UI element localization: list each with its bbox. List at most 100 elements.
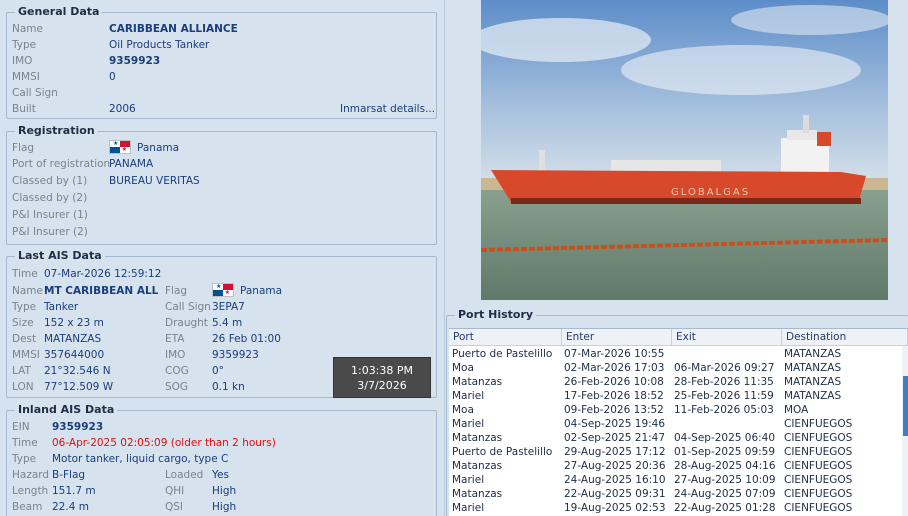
- built-label: Built: [12, 103, 36, 115]
- general-data-group: General Data Name CARIBBEAN ALLIANCE Typ…: [6, 5, 437, 119]
- cell-exit: 01-Sep-2025 09:59: [674, 446, 776, 458]
- cell-port: Matanzas: [452, 460, 503, 472]
- port-registration-value: PANAMA: [109, 158, 154, 170]
- ais-mmsi: 357644000: [44, 349, 105, 361]
- port-registration-label: Port of registration: [12, 158, 111, 170]
- ais-lon-label: LON: [12, 381, 34, 393]
- cell-enter: 04-Sep-2025 19:46: [564, 418, 666, 430]
- qhi-value: High: [212, 485, 237, 497]
- table-row[interactable]: Moa 02-Mar-2026 17:03 06-Mar-2026 09:27 MAT…: [449, 361, 908, 375]
- cell-exit: 06-Mar-2026 09:27: [674, 362, 775, 374]
- table-row[interactable]: Mariel 04-Sep-2025 19:46 CIENFUEGOS: [449, 417, 908, 431]
- cell-port: Mariel: [452, 474, 485, 486]
- scrollbar-thumb[interactable]: [903, 376, 908, 436]
- table-row[interactable]: Matanzas 02-Sep-2025 21:47 04-Sep-2025 06:…: [449, 431, 908, 445]
- inland-type-label: Type: [12, 453, 37, 465]
- ais-time: 07-Mar-2026 12:59:12: [44, 268, 162, 280]
- cell-exit: 28-Aug-2025 04:16: [674, 460, 776, 472]
- inmarsat-details-link[interactable]: Inmarsat details...: [340, 101, 435, 117]
- vessel-type: Oil Products Tanker: [109, 39, 210, 51]
- classed1-label: Classed by (1): [12, 175, 88, 187]
- cell-exit: 25-Feb-2026 11:59: [674, 390, 774, 402]
- clock-display: 1:03:38 PM 3/7/2026: [333, 357, 431, 398]
- panama-flag-icon: ★ ★: [109, 140, 131, 154]
- inland-ais-title: Inland AIS Data: [15, 403, 118, 416]
- cell-enter: 17-Feb-2026 18:52: [564, 390, 664, 402]
- inland-ais-group: Inland AIS Data EIN 9359923 Time 06-Apr-…: [6, 403, 437, 516]
- port-history-table: Port Enter Exit Destination Puerto de Pa…: [449, 328, 908, 516]
- cell-enter: 24-Aug-2025 16:10: [564, 474, 666, 486]
- inland-type: Motor tanker, liquid cargo, type C: [52, 453, 229, 465]
- cell-port: Matanzas: [452, 432, 503, 444]
- vessel-mmsi: 0: [109, 71, 116, 83]
- ais-name-label: Name: [12, 285, 43, 297]
- ais-sog-label: SOG: [165, 381, 189, 393]
- name-label: Name: [12, 23, 43, 35]
- cell-exit: 04-Sep-2025 06:40: [674, 432, 776, 444]
- qsi-label: QSI: [165, 501, 184, 513]
- registration-flag: ★ ★ Panama: [109, 140, 179, 156]
- cell-exit: 28-Feb-2026 11:35: [674, 376, 774, 388]
- ais-sog: 0.1 kn: [212, 381, 245, 393]
- cell-port: Mariel: [452, 418, 485, 430]
- column-header-exit[interactable]: Exit: [672, 329, 782, 346]
- loaded-value: Yes: [212, 469, 229, 481]
- ais-cog-label: COG: [165, 365, 189, 377]
- column-header-enter[interactable]: Enter: [562, 329, 672, 346]
- table-row[interactable]: Matanzas 27-Aug-2025 20:36 28-Aug-2025 04:…: [449, 459, 908, 473]
- column-header-destination[interactable]: Destination: [782, 329, 908, 346]
- cell-exit: 24-Aug-2025 07:09: [674, 488, 776, 500]
- table-row[interactable]: Mariel 19-Aug-2025 02:53 22-Aug-2025 01:28…: [449, 501, 908, 515]
- hazard-value: B-Flag: [52, 469, 86, 481]
- ais-cog: 0°: [212, 365, 224, 377]
- column-header-port[interactable]: Port: [449, 329, 562, 346]
- vessel-name: CARIBBEAN ALLIANCE: [109, 23, 238, 35]
- classed1-value: BUREAU VERITAS: [109, 175, 200, 187]
- ais-size: 152 x 23 m: [44, 317, 104, 329]
- cell-exit: 11-Feb-2026 05:03: [674, 404, 774, 416]
- registration-group: Registration Flag ★ ★ Panama Port of regis…: [6, 124, 437, 245]
- table-row[interactable]: Matanzas 26-Feb-2026 10:08 28-Feb-2026 11:…: [449, 375, 908, 389]
- vessel-photo-image: GLOBALGAS: [481, 0, 888, 300]
- ais-draught: 5.4 m: [212, 317, 243, 329]
- vessel-imo: 9359923: [109, 55, 161, 67]
- cell-enter: 09-Feb-2026 13:52: [564, 404, 664, 416]
- ais-lon: 77°12.509 W: [44, 381, 114, 393]
- registration-title: Registration: [15, 124, 98, 137]
- cell-destination: CIENFUEGOS: [784, 460, 853, 472]
- ais-type-label: Type: [12, 301, 37, 313]
- cell-port: Matanzas: [452, 488, 503, 500]
- port-history-header: Port Enter Exit Destination: [449, 329, 908, 346]
- classed2-label: Classed by (2): [12, 192, 88, 204]
- cell-enter: 19-Aug-2025 02:53: [564, 502, 666, 514]
- last-ais-title: Last AIS Data: [15, 249, 105, 262]
- cell-destination: CIENFUEGOS: [784, 474, 853, 486]
- ais-mmsi-label: MMSI: [12, 349, 40, 361]
- table-row[interactable]: Mariel 24-Aug-2025 16:10 27-Aug-2025 10:09…: [449, 473, 908, 487]
- ais-dest: MATANZAS: [44, 333, 102, 345]
- ais-eta-label: ETA: [165, 333, 185, 345]
- pi1-label: P&I Insurer (1): [12, 209, 88, 221]
- ais-dest-label: Dest: [12, 333, 37, 345]
- table-row[interactable]: Moa 09-Feb-2026 13:52 11-Feb-2026 05:03 MOA: [449, 403, 908, 417]
- port-history-scrollbar[interactable]: [902, 346, 908, 516]
- registration-flag-text: Panama: [137, 142, 180, 154]
- hazard-label: Hazard: [12, 469, 50, 481]
- table-row[interactable]: Matanzas 22-Aug-2025 09:31 24-Aug-2025 07:…: [449, 487, 908, 501]
- table-row[interactable]: Mariel 17-Feb-2026 18:52 25-Feb-2026 11:59…: [449, 389, 908, 403]
- cell-destination: MOA: [784, 404, 809, 416]
- beam-label: Beam: [12, 501, 43, 513]
- ais-lat-label: LAT: [12, 365, 31, 377]
- table-row[interactable]: Puerto de Pastelillo 07-Mar-2026 10:55 MAT…: [449, 347, 908, 361]
- ais-imo: 9359923: [212, 349, 259, 361]
- cell-enter: 22-Aug-2025 09:31: [564, 488, 666, 500]
- cell-port: Matanzas: [452, 376, 503, 388]
- cell-port: Mariel: [452, 502, 485, 514]
- table-row[interactable]: Puerto de Pastelillo 29-Aug-2025 17:12 01-…: [449, 445, 908, 459]
- length-value: 151.7 m: [52, 485, 96, 497]
- ais-flag-text: Panama: [240, 285, 283, 297]
- ein-label: EIN: [12, 421, 30, 433]
- ais-callsign: 3EPA7: [212, 301, 245, 313]
- inland-time-label: Time: [12, 437, 38, 449]
- ais-imo-label: IMO: [165, 349, 186, 361]
